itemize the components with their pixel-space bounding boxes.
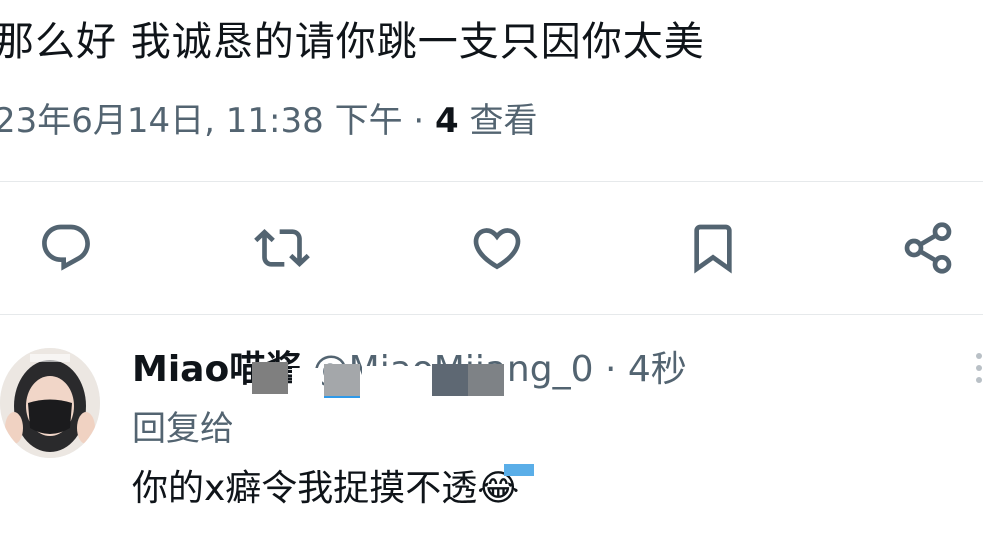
tweet-detail-page: 那么好 我诚恳的请你跳一支只因你太美 23年6月14日, 11:38 下午 · … <box>0 0 983 547</box>
divider <box>0 314 983 315</box>
like-button[interactable] <box>467 218 527 278</box>
avatar-image <box>0 348 100 458</box>
more-icon[interactable] <box>972 350 983 390</box>
bookmark-icon <box>694 224 732 274</box>
redaction-block <box>362 366 432 394</box>
reply-separator: · <box>604 349 617 390</box>
reply-button[interactable] <box>36 218 96 278</box>
reply-text: 你的x癖令我捉摸不透😂 <box>132 468 520 509</box>
avatar[interactable] <box>0 348 100 458</box>
divider <box>0 181 983 182</box>
tweet-text: 那么好 我诚恳的请你跳一支只因你太美 <box>0 19 705 65</box>
share-button[interactable] <box>898 218 958 278</box>
retweet-button[interactable] <box>252 218 312 278</box>
meta-separator: · <box>413 101 425 141</box>
tweet-meta: 23年6月14日, 11:38 下午 · 4 查看 <box>0 96 538 146</box>
redaction-block <box>504 464 534 476</box>
redaction-block <box>432 364 468 396</box>
replying-to[interactable]: 回复给 <box>132 404 234 454</box>
heart-icon <box>473 228 521 270</box>
redaction-block <box>252 362 288 394</box>
retweet-icon <box>254 229 310 267</box>
reply-icon <box>42 224 90 271</box>
tweet-timestamp[interactable]: 23年6月14日, 11:38 下午 <box>0 101 403 141</box>
views-label: 查看 <box>469 101 538 141</box>
views-count: 4 <box>435 101 459 141</box>
reply-timestamp[interactable]: 4秒 <box>628 349 687 390</box>
share-icon <box>904 222 952 274</box>
bookmark-button[interactable] <box>683 218 743 278</box>
redaction-block <box>468 364 504 396</box>
redaction-block <box>324 364 360 396</box>
redaction-block <box>232 398 432 450</box>
